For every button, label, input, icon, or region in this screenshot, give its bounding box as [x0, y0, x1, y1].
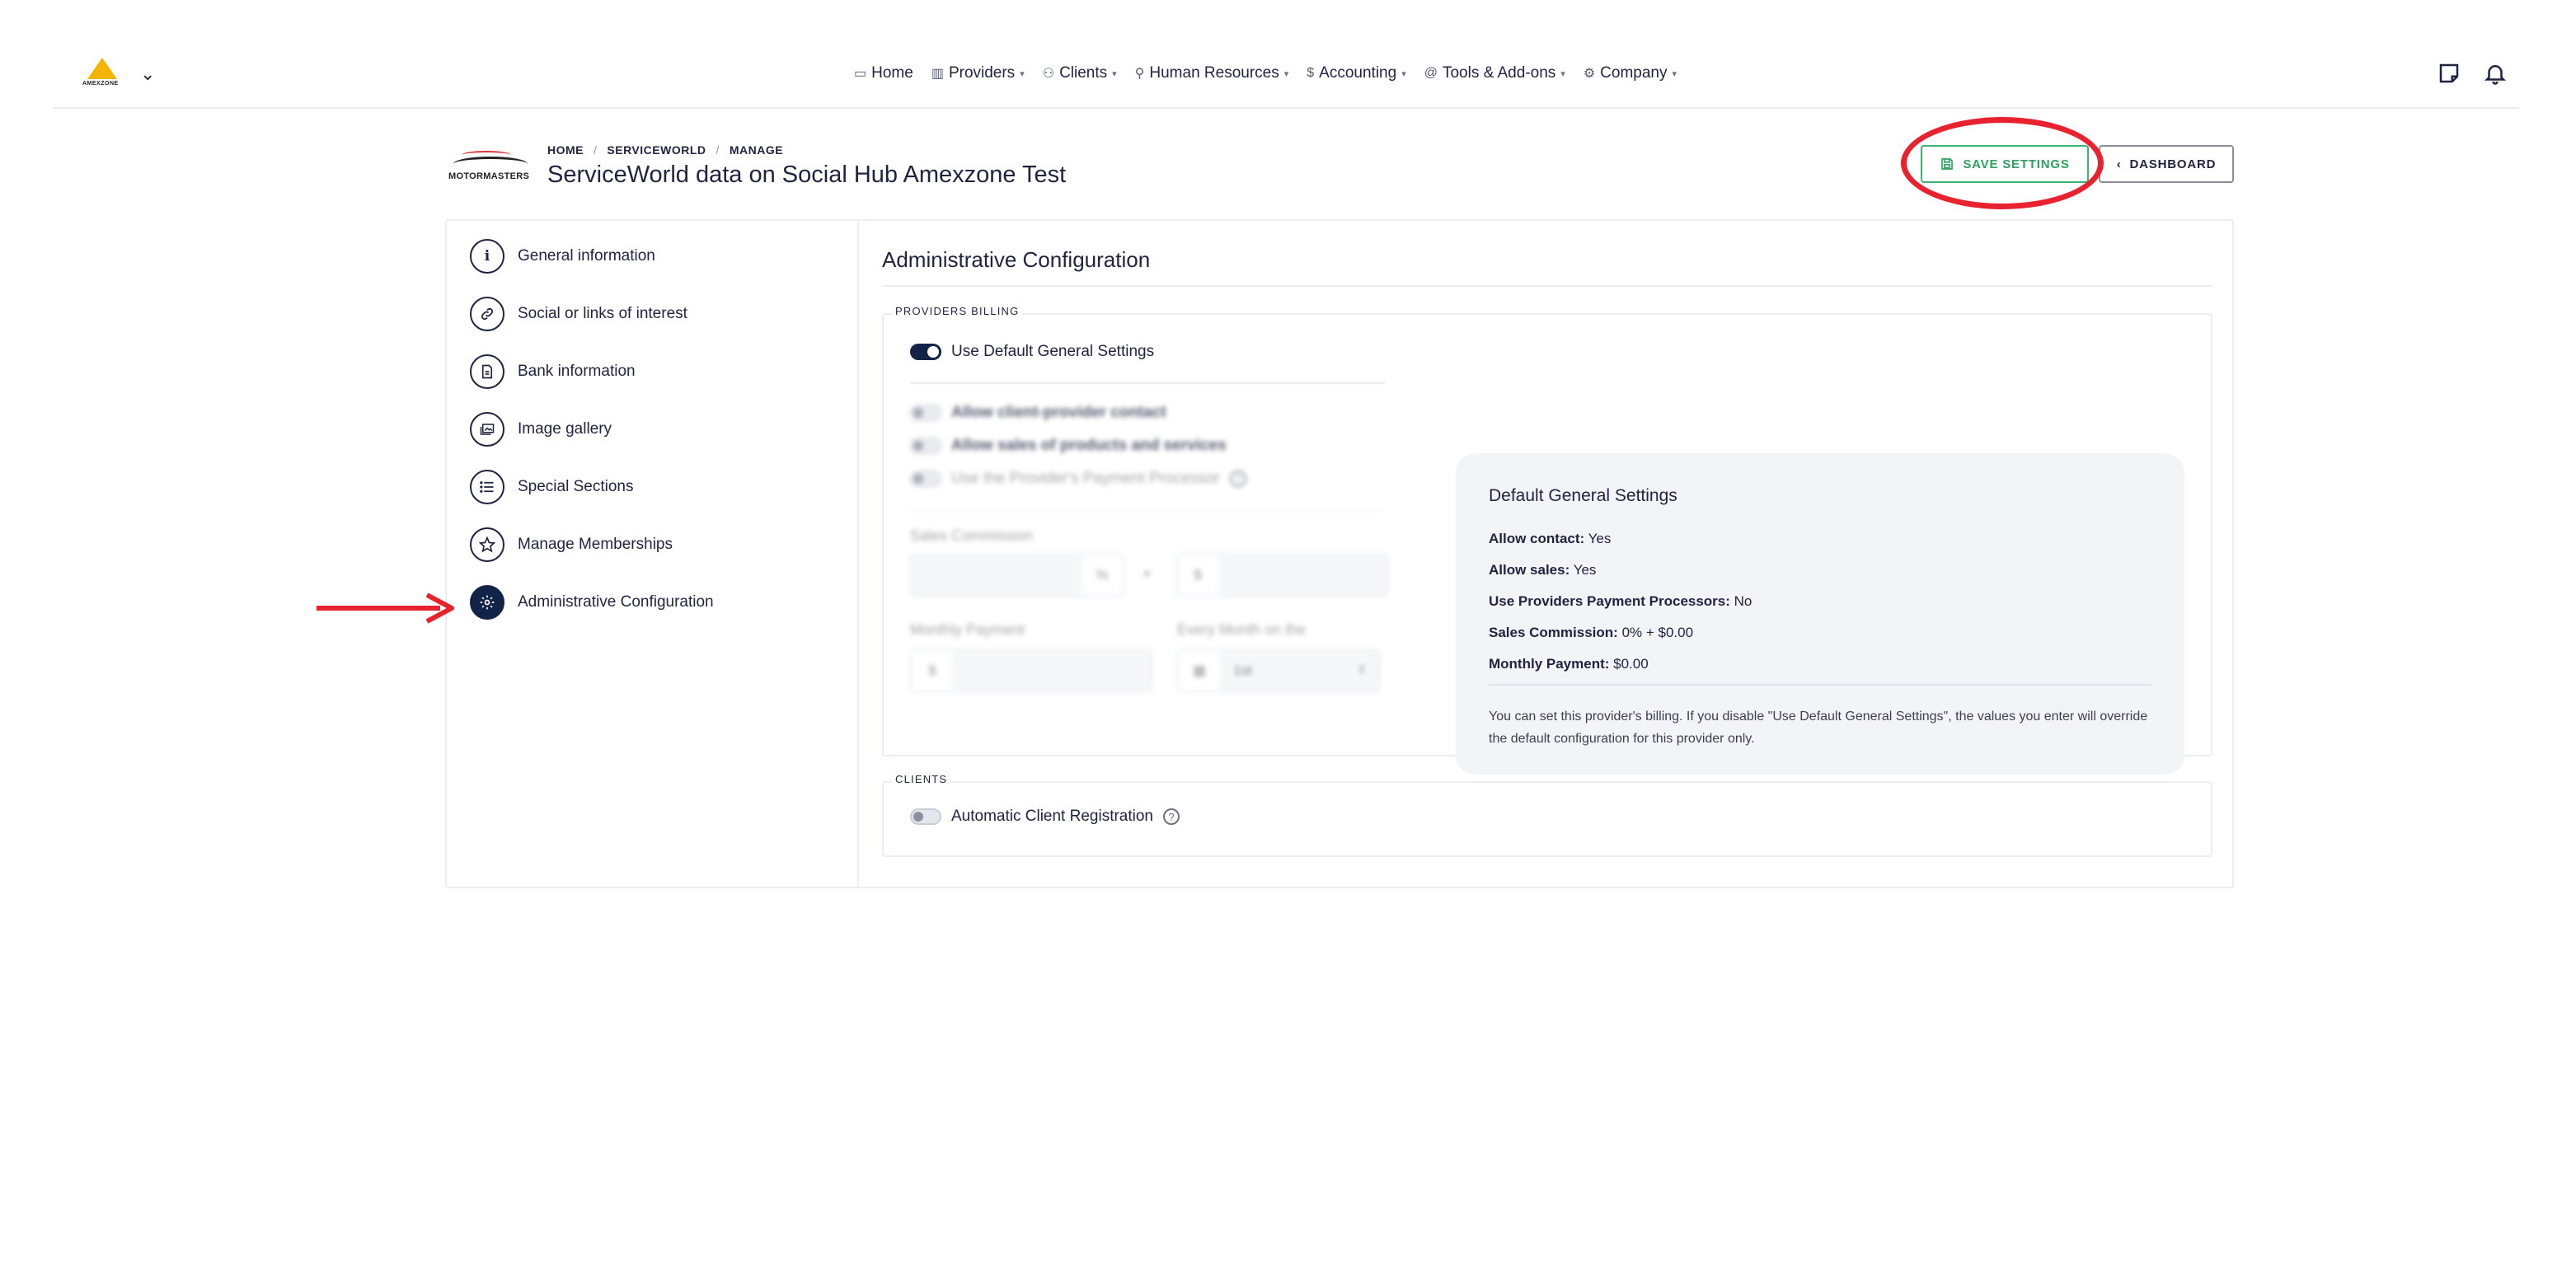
use-default-settings-toggle[interactable]	[910, 344, 941, 360]
dollar-addon: $	[912, 651, 953, 691]
info-icon: i	[470, 239, 504, 274]
main-nav: ▭ Home ▥ Providers ▾ ⚇ Clients ▾ ⚲ Human…	[854, 64, 1677, 82]
default-line-contact: Allow contact: Yes	[1489, 531, 1612, 546]
allow-contact-toggle[interactable]	[910, 405, 941, 421]
calendar-icon: ▦	[1179, 651, 1220, 691]
chevron-down-icon: ▾	[1283, 68, 1289, 79]
help-icon[interactable]: ?	[1229, 471, 1246, 487]
building-icon: ▥	[931, 67, 944, 81]
monthly-payment-input[interactable]: $	[910, 649, 1152, 692]
nav-human-resources[interactable]: ⚲ Human Resources ▾	[1135, 64, 1289, 82]
at-icon: @	[1424, 66, 1438, 80]
default-line-monthly: Monthly Payment: $0.00	[1489, 656, 1649, 672]
sidebar-item-bank-information[interactable]: Bank information	[470, 354, 636, 389]
nav-home[interactable]: ▭ Home	[854, 64, 913, 82]
top-right-icons	[2437, 61, 2508, 86]
plus-sign: +	[1143, 565, 1152, 582]
save-settings-button[interactable]: SAVE SETTINGS	[1921, 145, 2089, 183]
document-icon	[470, 354, 504, 389]
default-settings-title: Default General Settings	[1489, 486, 1677, 505]
top-navbar: AMEXZONE ⌄ ▭ Home ▥ Providers ▾ ⚇ Client…	[53, 41, 2519, 109]
use-default-settings-row[interactable]: Use Default General Settings	[910, 343, 1154, 361]
users-icon: ⚇	[1042, 67, 1055, 81]
select-arrows-icon: ⇕	[1357, 663, 1367, 676]
default-line-processors: Use Providers Payment Processors: No	[1489, 593, 1753, 609]
monitor-icon: ▭	[854, 67, 867, 81]
star-icon	[470, 527, 504, 562]
commission-amount-input[interactable]: $	[1175, 554, 1388, 597]
sidebar-item-manage-memberships[interactable]: Manage Memberships	[470, 527, 673, 562]
page-title: ServiceWorld data on Social Hub Amexzone…	[547, 162, 1067, 188]
default-settings-note: You can set this provider's billing. If …	[1489, 710, 2148, 746]
nav-tools-addons[interactable]: @ Tools & Add-ons ▾	[1424, 64, 1565, 82]
list-icon	[470, 470, 504, 504]
chevron-down-icon: ▾	[1401, 68, 1406, 79]
link-icon	[470, 297, 504, 331]
dashboard-button[interactable]: ‹ DASHBOARD	[2099, 145, 2234, 183]
dollar-addon: $	[1177, 555, 1218, 595]
sidebar-item-social-links[interactable]: Social or links of interest	[470, 297, 687, 331]
sales-commission-label: Sales Commission	[910, 527, 1034, 544]
images-icon	[470, 412, 504, 447]
app-logo: AMEXZONE	[82, 58, 120, 91]
settings-card: i General information Social or links of…	[445, 219, 2234, 888]
highlight-arrow	[317, 592, 454, 624]
sidebar-item-image-gallery[interactable]: Image gallery	[470, 412, 612, 447]
sidebar-item-administrative-configuration[interactable]: Administrative Configuration	[470, 585, 714, 620]
breadcrumb-manage: MANAGE	[729, 143, 784, 157]
chevron-down-icon: ▾	[1672, 68, 1677, 79]
use-processor-toggle[interactable]	[910, 471, 941, 487]
commission-percent-input[interactable]: %	[910, 554, 1124, 597]
allow-contact-row[interactable]: Allow client-provider contact	[910, 404, 1166, 422]
breadcrumb-home[interactable]: HOME	[547, 143, 584, 157]
default-line-commission: Sales Commission: 0% + $0.00	[1489, 625, 1694, 640]
auto-registration-toggle[interactable]	[910, 808, 941, 825]
sidebar-item-special-sections[interactable]: Special Sections	[470, 470, 633, 504]
page-header: MOTORMASTERS HOME / SERVICEWORLD / MANAG…	[445, 140, 2234, 198]
default-settings-panel: Default General Settings Allow contact: …	[1456, 453, 2184, 775]
allow-sales-row[interactable]: Allow sales of products and services	[910, 437, 1227, 455]
floppy-disk-icon	[1941, 158, 1954, 170]
monthly-payment-label: Monthly Payment	[910, 621, 1025, 638]
every-month-select[interactable]: ▦ 1st ⇕	[1177, 649, 1380, 692]
clients-fieldset: CLIENTS Automatic Client Registration ?	[882, 773, 2212, 857]
every-month-label: Every Month on the	[1177, 621, 1307, 638]
sticky-note-icon[interactable]	[2437, 61, 2461, 86]
nav-providers[interactable]: ▥ Providers ▾	[931, 64, 1025, 82]
chevron-down-icon: ▾	[1020, 68, 1025, 79]
bell-icon[interactable]	[2483, 61, 2508, 86]
section-title: Administrative Configuration	[882, 247, 1151, 272]
chevron-down-icon[interactable]: ⌄	[140, 63, 155, 85]
chevron-down-icon: ▾	[1112, 68, 1117, 79]
nav-accounting[interactable]: $ Accounting ▾	[1307, 64, 1405, 82]
auto-registration-row[interactable]: Automatic Client Registration ?	[910, 808, 1180, 826]
gear-icon	[470, 585, 504, 620]
nav-company[interactable]: ⚙ Company ▾	[1584, 64, 1677, 82]
app-logo-menu[interactable]: AMEXZONE ⌄	[82, 58, 155, 91]
dollar-icon: $	[1307, 66, 1315, 80]
chevron-down-icon: ▾	[1560, 68, 1565, 79]
nav-clients[interactable]: ⚇ Clients ▾	[1043, 64, 1117, 82]
sidebar-item-general-information[interactable]: i General information	[470, 239, 655, 274]
default-line-sales: Allow sales: Yes	[1489, 562, 1597, 578]
use-processor-row[interactable]: Use the Provider's Payment Processor ?	[910, 470, 1246, 488]
clients-legend: CLIENTS	[892, 773, 951, 785]
settings-sidebar: i General information Social or links of…	[447, 221, 859, 887]
gear-icon: ⚙	[1583, 67, 1596, 81]
breadcrumb-serviceworld[interactable]: SERVICEWORLD	[607, 143, 706, 157]
chevron-left-icon: ‹	[2116, 157, 2122, 171]
providers-billing-fieldset: PROVIDERS BILLING Use Default General Se…	[882, 305, 2212, 775]
user-plus-icon: ⚲	[1134, 67, 1145, 81]
allow-sales-toggle[interactable]	[910, 438, 941, 454]
providers-billing-legend: PROVIDERS BILLING	[892, 305, 1023, 317]
percent-addon: %	[1082, 555, 1123, 595]
provider-logo: MOTORMASTERS	[448, 151, 534, 190]
breadcrumb: HOME / SERVICEWORLD / MANAGE	[547, 143, 784, 157]
help-icon[interactable]: ?	[1163, 808, 1180, 825]
